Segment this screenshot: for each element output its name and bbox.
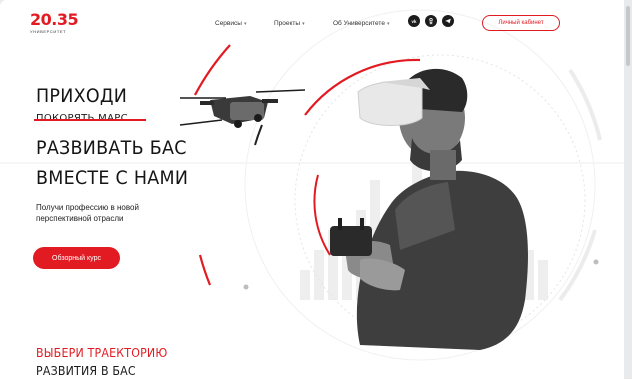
nav-item-about[interactable]: Об Университете ▾	[333, 20, 389, 27]
vr-man-figure	[330, 68, 528, 350]
section-title-line1: ВЫБЕРИ ТРАЕКТОРИЮ	[36, 346, 168, 360]
telegram-icon[interactable]	[442, 15, 454, 27]
nav-item-services[interactable]: Сервисы ▾	[215, 20, 246, 27]
hero-title-line2: РАЗВИВАТЬ БАС	[36, 137, 187, 159]
orbit-dark-arc	[254, 124, 263, 146]
svg-text:vk: vk	[412, 19, 417, 24]
hero-lead: Получи профессию в новой перспективной о…	[36, 202, 176, 224]
equalizer-bar	[538, 260, 548, 300]
logo[interactable]: 20.35 УНИВЕРСИТЕТ	[30, 10, 79, 35]
orbit-red-arc	[194, 44, 231, 96]
chevron-down-icon: ▾	[302, 20, 305, 27]
vk-icon[interactable]: vk	[408, 15, 420, 27]
page: 20.35 УНИВЕРСИТЕТ Сервисы ▾ Проекты ▾ Об…	[0, 0, 624, 379]
nav-item-label: Сервисы	[215, 20, 242, 27]
orbit-gray-arc	[568, 68, 602, 141]
overview-course-button[interactable]: Обзорный курс	[33, 247, 120, 269]
equalizer-bar	[300, 270, 310, 300]
section-title-line2: РАЗВИТИЯ В БАС	[36, 364, 136, 378]
orbit-dot	[593, 259, 599, 265]
logo-subtitle: УНИВЕРСИТЕТ	[30, 29, 67, 34]
orbit-dot	[243, 284, 249, 290]
nav-item-label: Проекты	[274, 20, 301, 27]
strikethrough-line	[34, 119, 146, 121]
orbit-red-arc	[313, 174, 331, 256]
drone-image	[179, 89, 306, 128]
orbit-gray-arc	[558, 229, 597, 302]
scrollbar[interactable]	[624, 0, 632, 379]
chevron-down-icon: ▾	[386, 20, 390, 27]
hero-illustration	[0, 9, 624, 361]
ok-icon[interactable]	[425, 15, 437, 27]
hero-lead-line: Получи профессию в новой	[36, 203, 139, 212]
personal-cabinet-button[interactable]: Личный кабинет	[482, 15, 560, 31]
scrollbar-thumb[interactable]	[626, 6, 630, 66]
nav-item-label: Об Университете	[333, 20, 385, 27]
chevron-down-icon: ▾	[243, 20, 247, 27]
logo-number: 20.35	[30, 10, 79, 29]
orbit-red-arc	[198, 254, 212, 286]
nav-item-projects[interactable]: Проекты ▾	[274, 20, 305, 27]
hero-title-line1: ПРИХОДИ	[36, 85, 128, 107]
hero-title-line3: ВМЕСТЕ С НАМИ	[36, 167, 189, 189]
hero-lead-line: перспективной отрасли	[36, 214, 124, 223]
